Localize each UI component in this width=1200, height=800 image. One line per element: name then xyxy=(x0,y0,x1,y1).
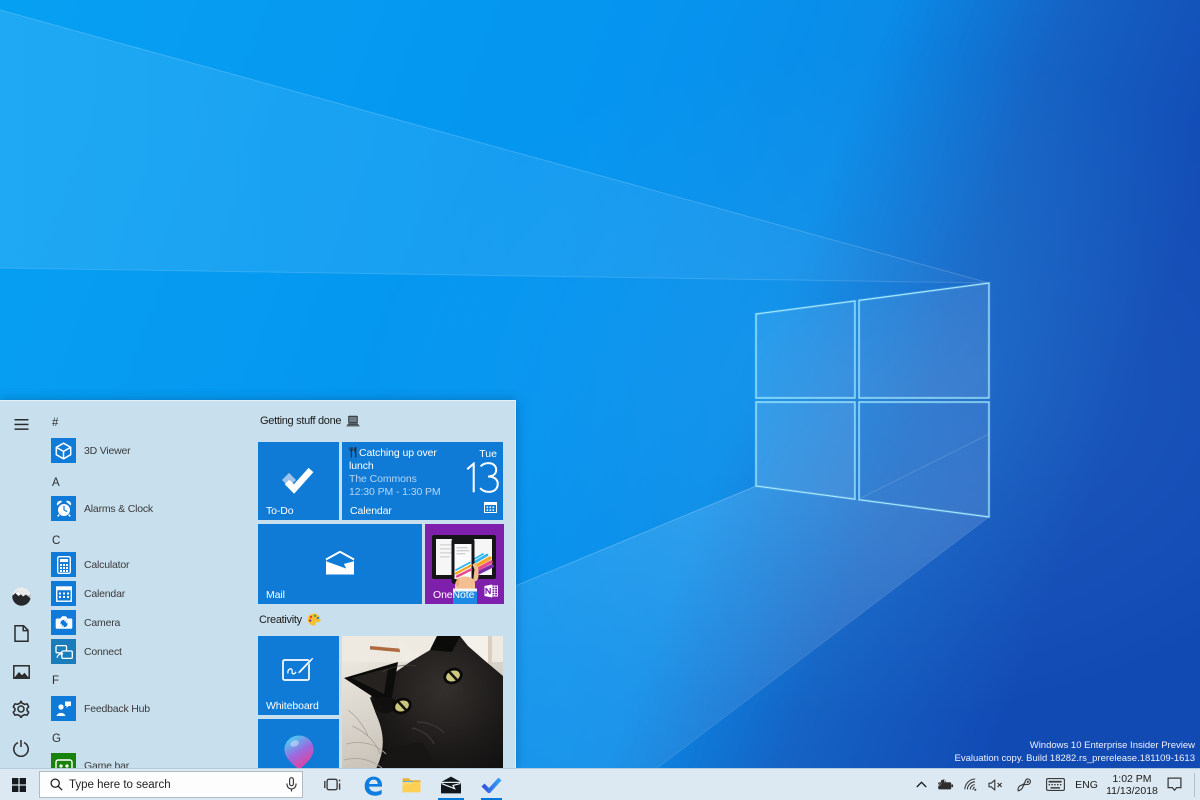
pictures-icon xyxy=(12,665,30,679)
watermark-line1: Windows 10 Enterprise Insider Preview xyxy=(1029,740,1195,751)
show-desktop-separator[interactable] xyxy=(1194,773,1195,797)
calendar-badge-icon xyxy=(484,502,497,513)
tile-mail[interactable]: Mail xyxy=(258,524,422,604)
app-item-alarms-clock[interactable]: Alarms & Clock xyxy=(51,496,153,521)
app-item-connect[interactable]: Connect xyxy=(51,639,122,664)
tile-label: To-Do xyxy=(266,505,294,517)
app-item-label: Alarms & Clock xyxy=(84,502,153,515)
app-item-3d-viewer[interactable]: 3D Viewer xyxy=(51,438,131,463)
feedback-hub-icon xyxy=(51,696,76,721)
tray-battery-button[interactable] xyxy=(932,769,958,800)
tray-expand-button[interactable] xyxy=(908,769,934,800)
calendar-day: Tue xyxy=(479,448,497,460)
touch-keyboard-icon xyxy=(1045,778,1065,791)
tray-time: 1:02 PM xyxy=(1112,772,1152,785)
tile-group-header-getting-stuff-done[interactable]: Getting stuff done xyxy=(260,415,360,427)
alarms-clock-icon xyxy=(51,496,76,521)
calendar-date-digits xyxy=(466,462,499,493)
battery-charging-icon xyxy=(937,778,953,789)
tray-wifi-button[interactable] xyxy=(958,769,984,800)
app-list-header: G xyxy=(52,733,61,745)
tray-keyboard-button[interactable] xyxy=(1042,769,1068,800)
tile-calendar[interactable]: Catching up over lunch The Commons 12:30… xyxy=(342,442,503,520)
app-item-label: Calculator xyxy=(84,558,130,571)
calendar-date xyxy=(464,462,501,493)
wifi-icon xyxy=(964,778,977,791)
3d-viewer-icon xyxy=(51,438,76,463)
app-item-label: Calendar xyxy=(84,587,126,600)
app-item-camera[interactable]: Camera xyxy=(51,610,120,635)
app-list-header: F xyxy=(52,675,60,687)
event-title-text: Catching up over lunch xyxy=(349,447,437,472)
app-item-feedback-hub[interactable]: Feedback Hub xyxy=(51,696,150,721)
volume-muted-icon xyxy=(987,778,1002,791)
chevron-up-icon xyxy=(915,781,927,788)
app-list-header: A xyxy=(52,477,60,489)
app-list-header: C xyxy=(52,535,61,547)
calendar-event-location: The Commons xyxy=(349,473,417,485)
calendar-event-time: 12:30 PM - 1:30 PM xyxy=(349,486,441,498)
tile-group-header-creativity[interactable]: Creativity xyxy=(259,613,321,626)
app-list-header: # xyxy=(52,417,59,429)
group-title: Creativity xyxy=(259,613,302,626)
connect-icon xyxy=(51,639,76,664)
tile-label: OneNote xyxy=(433,589,475,601)
palette-emoji xyxy=(307,613,321,626)
power-icon xyxy=(13,739,29,757)
group-title: Getting stuff done xyxy=(260,415,342,427)
documents-button[interactable] xyxy=(8,620,34,646)
mail-envelope-icon xyxy=(325,551,355,575)
expand-menu-button[interactable] xyxy=(8,411,34,437)
tile-paint3d[interactable] xyxy=(258,719,339,769)
language-label: ENG xyxy=(1075,778,1098,791)
user-account-button[interactable] xyxy=(8,583,34,609)
calendar-app-icon xyxy=(51,581,76,606)
action-center-icon xyxy=(1166,777,1182,792)
tile-todo[interactable]: To-Do xyxy=(258,442,339,520)
app-item-label: Camera xyxy=(84,616,121,629)
action-center-button[interactable] xyxy=(1160,769,1188,800)
fork-knife-emoji xyxy=(349,447,357,458)
pen-icon xyxy=(1017,777,1031,791)
camera-icon xyxy=(51,610,76,635)
app-item-label: Connect xyxy=(84,645,122,658)
tile-label: Whiteboard xyxy=(266,700,319,712)
tray-pen-button[interactable] xyxy=(1011,769,1037,800)
documents-icon xyxy=(13,624,29,642)
taskbar: Type here to search ENG 1:02 PM 11/13/20… xyxy=(0,768,1200,800)
cat-photo xyxy=(342,636,503,769)
hamburger-icon xyxy=(14,418,28,430)
onenote-logo-icon xyxy=(484,584,498,598)
pictures-button[interactable] xyxy=(8,659,34,685)
watermark-line2: Evaluation copy. Build 18282.rs_prerelea… xyxy=(954,753,1195,764)
laptop-emoji xyxy=(346,415,360,427)
whiteboard-icon xyxy=(282,657,314,681)
app-item-calendar[interactable]: Calendar xyxy=(51,581,125,606)
power-button[interactable] xyxy=(8,735,34,761)
app-item-label: Feedback Hub xyxy=(84,702,150,715)
tile-whiteboard[interactable]: Whiteboard xyxy=(258,636,339,715)
start-menu: # 3D Viewer A Alarms & Clock C Calculato… xyxy=(0,400,516,778)
settings-button[interactable] xyxy=(8,696,34,722)
gear-icon xyxy=(12,700,30,718)
user-avatar xyxy=(11,586,31,606)
paint3d-orb-icon xyxy=(284,735,314,769)
tile-onenote[interactable]: OneNote xyxy=(425,524,504,604)
calendar-event-title: Catching up over lunch xyxy=(349,447,464,473)
tray-volume-button[interactable] xyxy=(982,769,1008,800)
tile-label: Mail xyxy=(266,589,285,601)
system-tray: ENG 1:02 PM 11/13/2018 xyxy=(0,769,1200,800)
evaluation-watermark: Windows 10 Enterprise Insider Preview Ev… xyxy=(955,739,1195,765)
todo-check-icon xyxy=(281,467,314,494)
calculator-icon xyxy=(51,552,76,577)
tray-language[interactable]: ENG xyxy=(1069,769,1104,800)
tile-photos[interactable] xyxy=(342,636,503,769)
app-item-label: 3D Viewer xyxy=(84,444,131,457)
tile-label: Calendar xyxy=(350,505,392,517)
tray-clock[interactable]: 1:02 PM 11/13/2018 xyxy=(1102,773,1162,797)
app-item-calculator[interactable]: Calculator xyxy=(51,552,129,577)
tray-date: 11/13/2018 xyxy=(1106,784,1158,797)
